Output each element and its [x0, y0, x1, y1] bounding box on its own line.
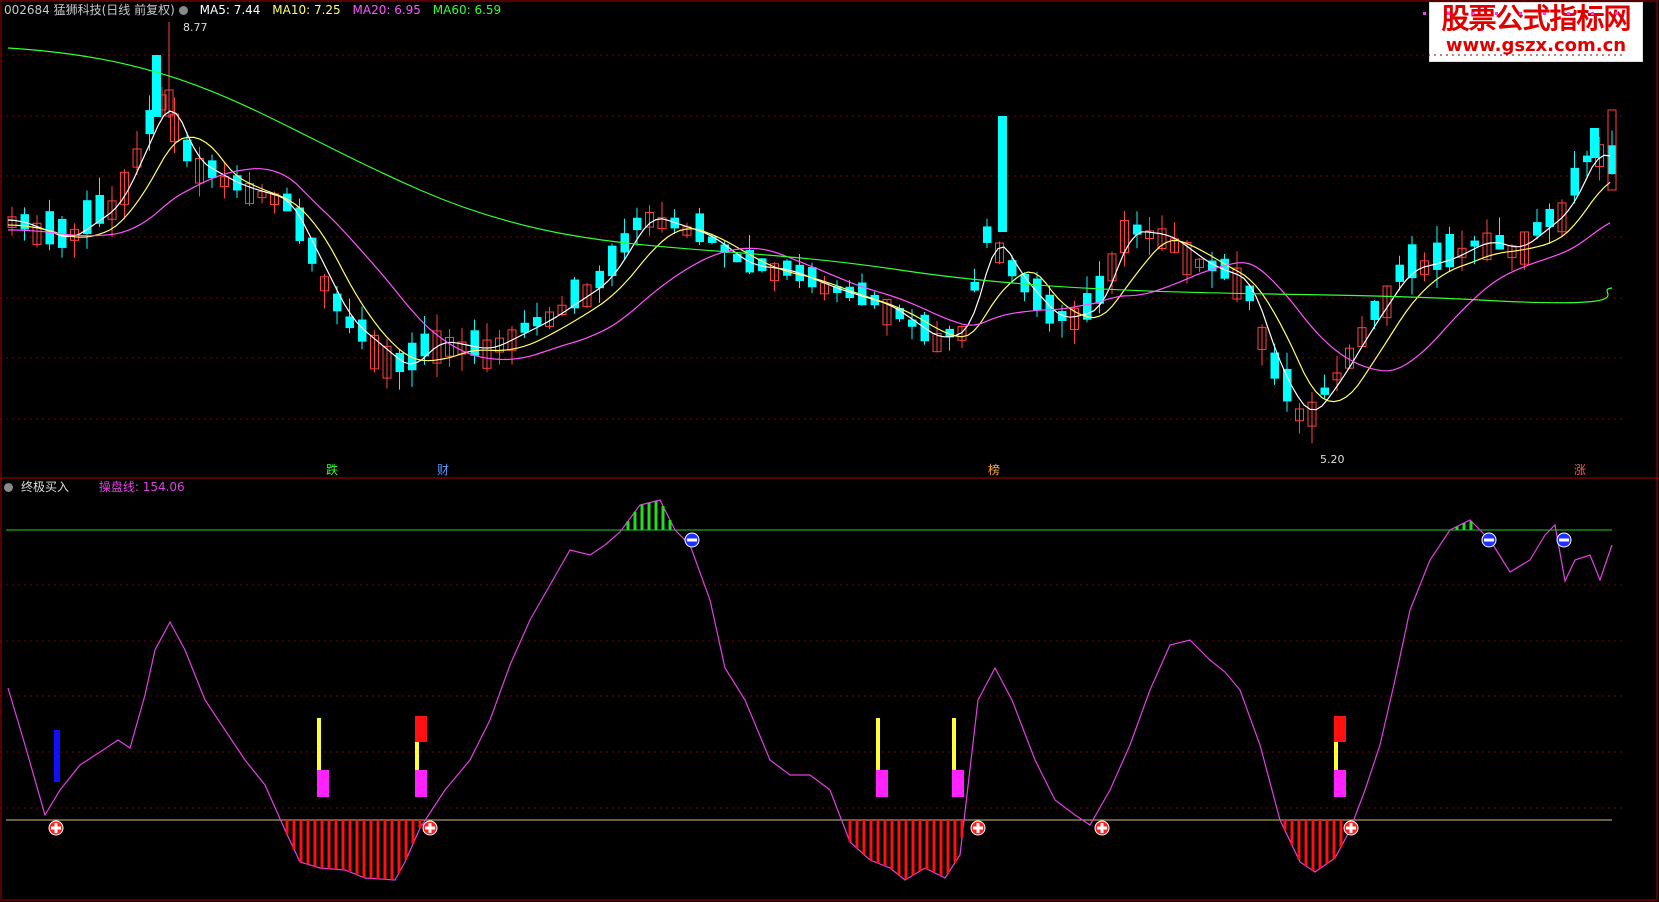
- edge-dot: [1423, 12, 1426, 15]
- candle-body-down: [1545, 208, 1554, 228]
- candle-body-down: [570, 279, 579, 309]
- candle-body-down: [183, 139, 192, 162]
- candle-body-down: [45, 211, 54, 245]
- candle-body-down: [733, 254, 742, 263]
- signal-column: [415, 770, 427, 797]
- candle-body-down: [1570, 167, 1579, 196]
- candle-body-down: [152, 55, 161, 117]
- buy-plus-icon: [428, 823, 432, 833]
- signal-column: [415, 716, 427, 742]
- signal-column: [1334, 770, 1346, 797]
- signal-column: [876, 770, 888, 797]
- edge-dot: [1615, 12, 1618, 15]
- candle-body-down: [1590, 128, 1599, 158]
- edge-dot: [1519, 12, 1522, 15]
- edge-dot: [1447, 12, 1450, 15]
- buy-plus-icon: [54, 823, 58, 833]
- candle-body-down: [708, 236, 717, 243]
- event-marker: 财: [437, 463, 449, 477]
- candle-body-down: [1320, 387, 1329, 395]
- candle-body-down: [283, 193, 292, 212]
- event-marker: 跌: [326, 462, 338, 477]
- candle-body-down: [983, 226, 992, 243]
- edge-dot: [1543, 12, 1546, 15]
- sell-minus-icon: [1559, 538, 1569, 542]
- event-marker: 榜: [988, 462, 1000, 477]
- candle-body-down: [345, 316, 354, 329]
- event-marker: 涨: [1574, 462, 1586, 477]
- signal-column: [952, 718, 956, 770]
- candle-body-down: [970, 281, 979, 291]
- signal-column: [876, 718, 880, 770]
- edge-dot: [1471, 12, 1474, 15]
- candle-body-down: [95, 194, 104, 224]
- signal-column: [952, 770, 964, 797]
- low-price-label: 5.20: [1320, 453, 1345, 466]
- candle-body-down: [533, 317, 542, 327]
- candle-body-down: [520, 322, 529, 333]
- edge-dot: [1567, 12, 1570, 15]
- candle-body-down: [1370, 300, 1379, 320]
- moving-average-lines: [7, 47, 1613, 411]
- signal-column: [415, 742, 419, 770]
- candle-body-down: [998, 116, 1007, 232]
- signal-column: [317, 770, 329, 797]
- signal-column: [317, 718, 321, 770]
- candle-body-down: [1445, 233, 1454, 268]
- candle-body-down: [608, 245, 617, 277]
- edge-dot: [1591, 12, 1594, 15]
- buy-plus-icon: [976, 823, 980, 833]
- candle-body-down: [783, 260, 792, 276]
- candle-body-down: [395, 352, 404, 373]
- candle-body-down: [470, 330, 479, 356]
- event-markers: 跌财榜涨: [326, 462, 1586, 477]
- candle-body-down: [1395, 264, 1404, 282]
- candle-body-down: [420, 333, 429, 357]
- candle-body-down: [1433, 242, 1442, 270]
- buy-plus-icon: [1349, 823, 1353, 833]
- candle-body-down: [1608, 145, 1617, 175]
- candle-body-down: [1033, 278, 1042, 311]
- indicator-line: [7, 499, 1613, 881]
- sell-minus-icon: [687, 538, 697, 542]
- candle-body-down: [1533, 222, 1542, 236]
- candle-body-down: [633, 217, 642, 231]
- signal-column: [54, 730, 60, 782]
- candle-body-down: [1408, 244, 1417, 279]
- edge-dot: [1495, 12, 1498, 15]
- ma60-line: [7, 47, 1613, 304]
- signal-column: [1334, 716, 1346, 742]
- sell-minus-icon: [1484, 538, 1494, 542]
- stock-chart[interactable]: 8.77 5.20 跌 财 榜 涨: [0, 0, 1659, 902]
- ma5-line: [7, 110, 1611, 411]
- buy-plus-icon: [1100, 823, 1104, 833]
- candle-body-down: [208, 160, 217, 179]
- candle-body-down: [1470, 240, 1479, 247]
- candlestick-series: [7, 22, 1617, 444]
- signal-column: [1334, 742, 1338, 770]
- high-price-label: 8.77: [183, 21, 208, 34]
- candle-body-down: [1283, 368, 1292, 402]
- indicator-panel: [6, 499, 1613, 881]
- candle-body-down: [695, 213, 704, 243]
